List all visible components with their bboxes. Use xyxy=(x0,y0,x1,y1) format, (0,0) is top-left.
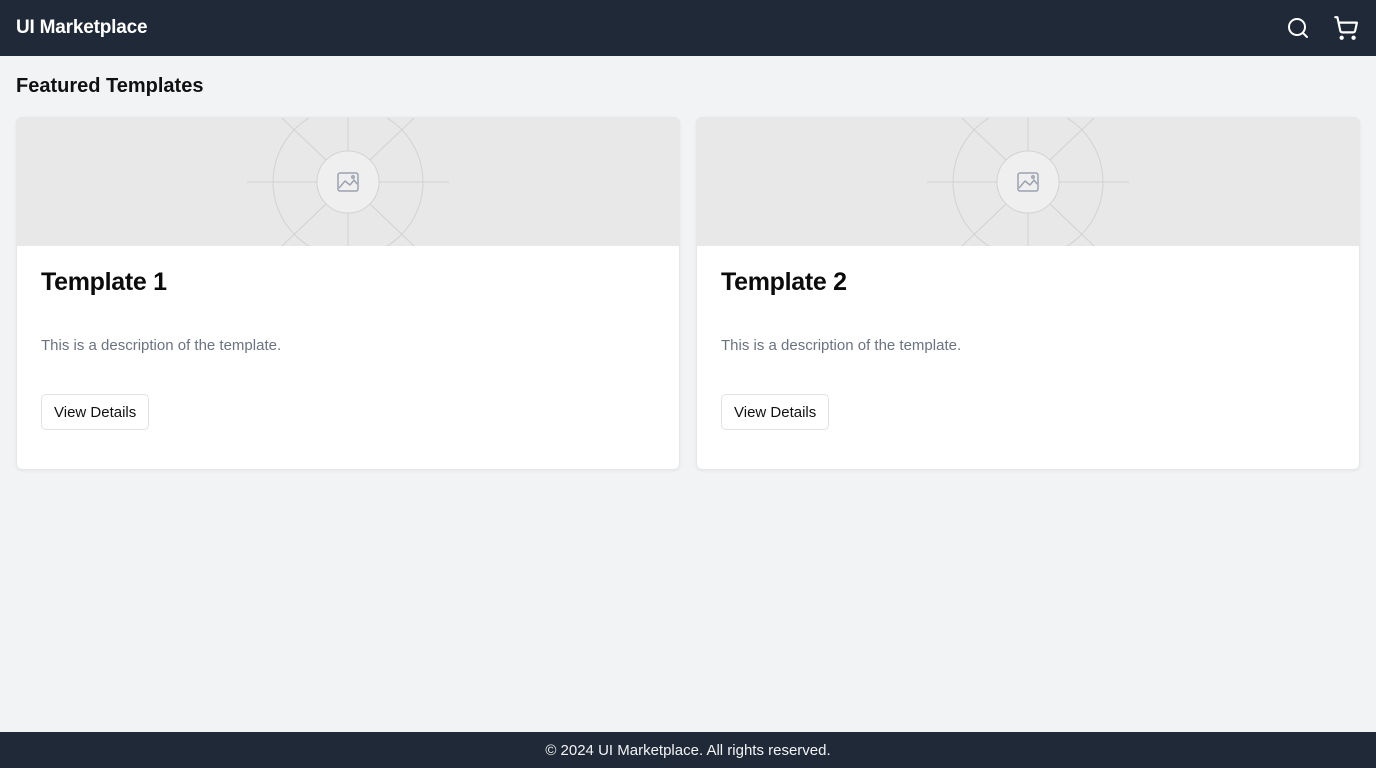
page: UI Marketplace Featured Templates Templa… xyxy=(0,0,1376,768)
copyright-text: © 2024 UI Marketplace. All rights reserv… xyxy=(545,741,831,759)
card-description: This is a description of the template. xyxy=(721,337,962,354)
search-button[interactable] xyxy=(1284,14,1312,42)
card-image-placeholder xyxy=(697,118,1359,246)
card-title: Template 2 xyxy=(721,268,847,296)
card-title: Template 1 xyxy=(41,268,167,296)
template-card-grid: Template 1 This is a description of the … xyxy=(16,117,1360,470)
cart-icon xyxy=(1334,16,1359,40)
template-card: Template 1 This is a description of the … xyxy=(16,117,680,470)
header-actions xyxy=(1284,14,1360,42)
top-nav-bar: UI Marketplace xyxy=(0,0,1376,56)
image-placeholder-icon xyxy=(247,118,449,246)
image-placeholder-icon xyxy=(927,118,1129,246)
search-icon xyxy=(1288,18,1308,38)
footer: © 2024 UI Marketplace. All rights reserv… xyxy=(0,732,1376,768)
card-image-placeholder xyxy=(17,118,679,246)
section-title: Featured Templates xyxy=(16,75,204,97)
main-content: Featured Templates Template 1 This is a … xyxy=(16,56,1360,470)
view-details-button[interactable]: View Details xyxy=(41,394,150,430)
card-body: Template 2 This is a description of the … xyxy=(697,266,1359,430)
template-card: Template 2 This is a description of the … xyxy=(696,117,1360,470)
view-details-button[interactable]: View Details xyxy=(721,394,830,430)
cart-button[interactable] xyxy=(1332,14,1360,42)
card-description: This is a description of the template. xyxy=(41,337,282,354)
brand-logo-text[interactable]: UI Marketplace xyxy=(16,17,148,39)
card-body: Template 1 This is a description of the … xyxy=(17,266,679,430)
